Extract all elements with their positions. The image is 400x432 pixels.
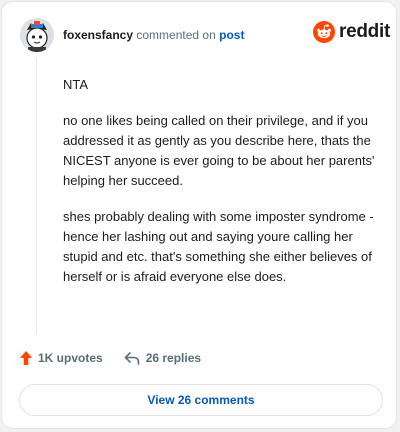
avatar[interactable] bbox=[20, 18, 54, 52]
comment-header: foxensfancy commented on post bbox=[63, 28, 244, 42]
reddit-alien-icon bbox=[313, 21, 335, 43]
username-link[interactable]: foxensfancy bbox=[63, 28, 133, 42]
comment-body: NTA no one likes being called on their p… bbox=[63, 75, 381, 303]
avatar-icon bbox=[20, 18, 54, 52]
replies-count: 26 replies bbox=[145, 351, 202, 365]
action-text: commented on bbox=[136, 28, 216, 42]
reply-arrow-icon bbox=[124, 352, 139, 365]
reddit-logo[interactable]: reddit bbox=[313, 21, 390, 43]
post-link[interactable]: post bbox=[219, 28, 244, 42]
view-comments-label: View 26 comments bbox=[147, 393, 255, 407]
comment-paragraph: no one likes being called on their privi… bbox=[63, 113, 375, 188]
reddit-wordmark: reddit bbox=[339, 21, 390, 42]
upvote-button[interactable]: 1K upvotes bbox=[19, 350, 103, 366]
view-comments-button[interactable]: View 26 comments bbox=[19, 384, 383, 416]
thread-line[interactable] bbox=[36, 58, 37, 334]
comment-paragraph: shes probably dealing with some imposter… bbox=[63, 209, 374, 284]
upvote-arrow-icon bbox=[20, 351, 32, 365]
replies-button[interactable]: 26 replies bbox=[124, 351, 201, 365]
comment-actions: 1K upvotes 26 replies bbox=[19, 350, 201, 366]
comment-card: foxensfancy commented on post reddit NTA… bbox=[1, 1, 397, 429]
comment-paragraph: NTA bbox=[63, 77, 89, 92]
upvote-count: 1K upvotes bbox=[38, 351, 103, 365]
